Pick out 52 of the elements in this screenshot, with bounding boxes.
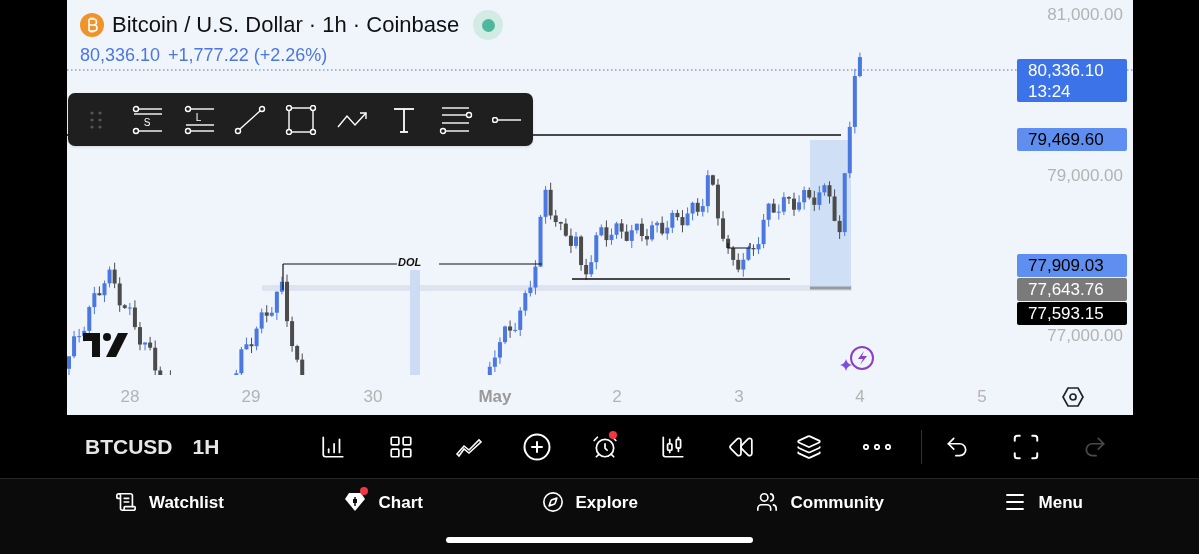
candles-icon (660, 433, 686, 460)
tag-price: 77,643.76 (1028, 279, 1105, 301)
price-label: 81,000.00 (1047, 4, 1123, 26)
tag-price: 77,909.03 (1028, 255, 1105, 277)
grid-icon (388, 433, 414, 460)
bitcoin-icon (80, 13, 104, 37)
rectangle-icon (284, 104, 319, 135)
nav-item[interactable]: Explore (541, 489, 638, 515)
symbol-label[interactable]: BTCUSD (85, 436, 173, 457)
last-price: 80,336.10 (80, 46, 161, 64)
alarm-icon (592, 433, 618, 460)
time-label: 3 (734, 386, 744, 408)
tag-price: 77,593.15 (1028, 303, 1105, 325)
logo-icon (83, 333, 128, 357)
time-label: 2 (612, 386, 622, 408)
drag-handle-icon (89, 110, 102, 129)
horizontal-ray-icon (492, 116, 523, 123)
time-label: 5 (977, 386, 987, 408)
fib-levels-icon (438, 104, 473, 135)
interval-label[interactable]: 1H (192, 436, 220, 457)
add-icon (522, 431, 552, 462)
drawing-tool[interactable]: L (172, 93, 225, 146)
nav-item[interactable]: Chart (342, 489, 423, 515)
nav-item[interactable]: Community (756, 489, 884, 515)
time-label: 29 (241, 386, 261, 408)
indicators-icon (320, 433, 346, 460)
price-label: 79,000.00 (1047, 165, 1123, 187)
price-label: 77,000.00 (1047, 325, 1123, 347)
nav-item[interactable]: Watchlist (115, 489, 224, 515)
countdown: 13:24 (1028, 82, 1072, 102)
settings-icon[interactable] (1062, 386, 1084, 408)
more-icon (862, 443, 892, 450)
nav-item[interactable]: Menu (1002, 489, 1083, 515)
time-label: 4 (855, 386, 865, 408)
diamond-chart-icon (342, 491, 367, 513)
tag-price: 80,336.10 (1028, 60, 1105, 82)
drawing-tool[interactable]: S (121, 93, 173, 146)
annotation-label: DOL (398, 257, 422, 268)
price-change: +1,777.22 (+2.26%) (168, 46, 328, 64)
tag-price: 79,469.60 (1028, 129, 1105, 151)
trend-line-icon (233, 104, 268, 135)
time-label: 28 (120, 386, 140, 408)
tool-letter: S (143, 118, 151, 128)
compass-icon (541, 491, 564, 513)
symbol-title: Bitcoin / U.S. Dollar · 1h · Coinbase (112, 14, 460, 36)
layers-icon (796, 433, 822, 460)
time-label: May (478, 386, 512, 408)
tool-letter: L (195, 113, 202, 123)
people-icon (756, 491, 779, 513)
bracket-line (727, 242, 751, 249)
parallel-channel-icon (130, 104, 165, 135)
time-label: 30 (363, 386, 383, 408)
